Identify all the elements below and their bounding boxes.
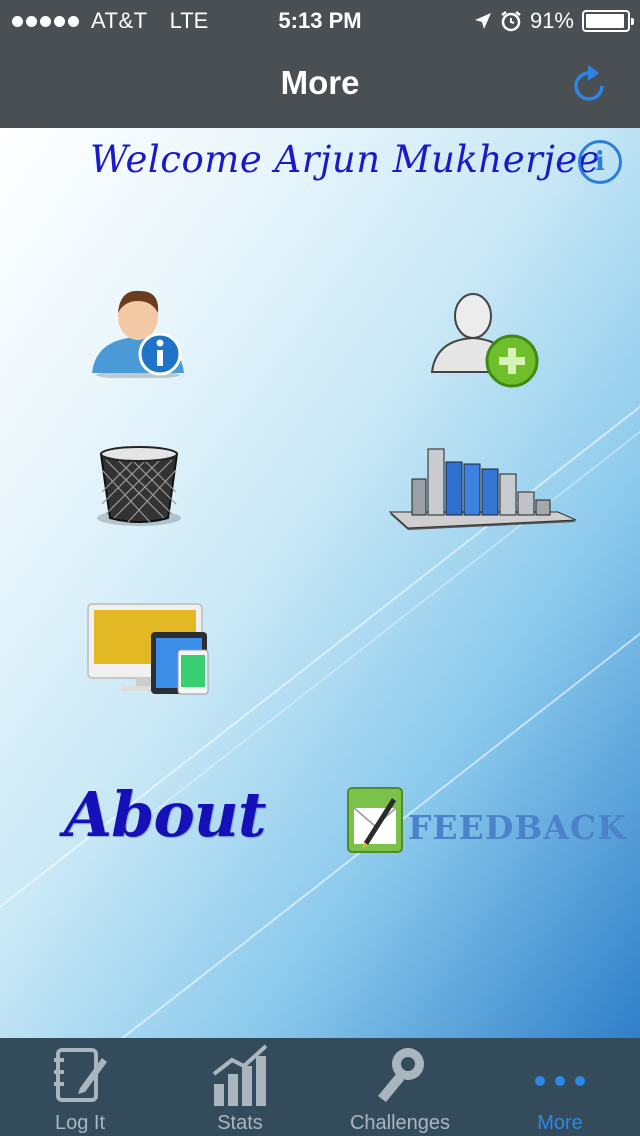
status-bar: AT&T LTE 5:13 PM 91% — [0, 0, 640, 40]
battery-icon — [582, 10, 634, 32]
refresh-icon[interactable] — [568, 62, 612, 106]
tab-label: Log It — [54, 1112, 106, 1134]
page-title: More — [280, 64, 360, 101]
tab-log-it[interactable]: Log It — [0, 1038, 160, 1136]
tab-challenges[interactable]: Challenges — [320, 1038, 480, 1136]
tab-label: More — [537, 1112, 583, 1134]
add-user-icon[interactable] — [428, 288, 543, 388]
location-icon — [474, 13, 491, 29]
trash-icon[interactable] — [94, 444, 184, 529]
welcome-message: Welcome Arjun Mukherjee — [90, 138, 601, 181]
top-bar: AT&T LTE 5:13 PM 91% More — [0, 0, 640, 128]
about-button[interactable]: About — [64, 778, 267, 851]
tab-bar: Log It Stats Challenges More — [0, 1038, 640, 1136]
stats-icon — [212, 1044, 268, 1106]
info-icon[interactable]: i — [578, 140, 622, 184]
status-right: 91% — [474, 8, 634, 34]
battery-percent: 91% — [529, 8, 574, 33]
tab-label: Challenges — [349, 1112, 451, 1134]
notebook-icon — [54, 1048, 107, 1102]
user-info-icon[interactable] — [88, 283, 188, 378]
bottle-opener-icon — [378, 1048, 424, 1102]
feedback-button[interactable]: Feedback — [346, 786, 626, 856]
tab-label: Stats — [217, 1112, 263, 1134]
more-icon — [535, 1076, 585, 1086]
feedback-label: Feedback — [408, 808, 627, 847]
tab-stats[interactable]: Stats — [160, 1038, 320, 1136]
main-content: Welcome Arjun Mukherjee i About FEEDBACK — [0, 128, 640, 1038]
tab-more[interactable]: More — [480, 1038, 640, 1136]
devices-icon[interactable] — [86, 602, 211, 697]
alarm-icon — [501, 11, 521, 32]
bar-chart-icon[interactable] — [388, 444, 578, 534]
feedback-pen-icon — [347, 787, 403, 853]
